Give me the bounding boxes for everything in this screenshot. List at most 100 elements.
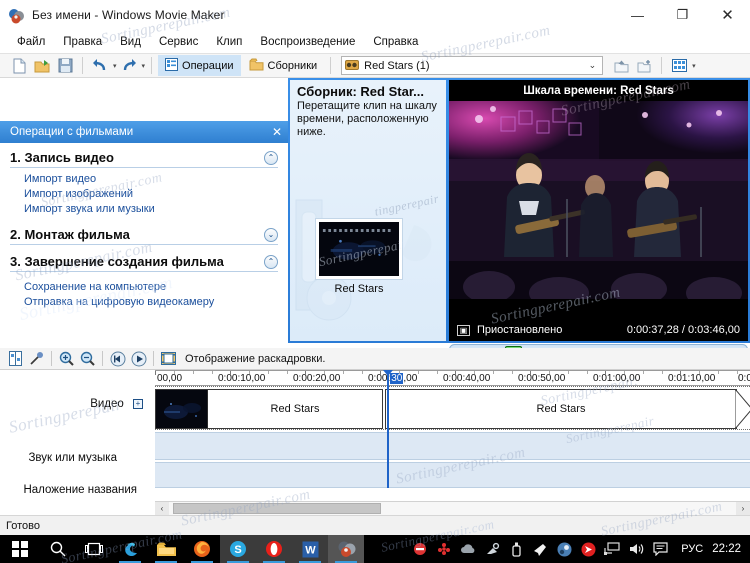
audio-track[interactable] <box>155 432 750 460</box>
opera-icon[interactable] <box>256 535 292 563</box>
ruler-label: 0:01:00,00 <box>593 373 640 384</box>
redo-button[interactable] <box>118 55 140 76</box>
tab-collections[interactable]: Сборники <box>242 55 325 76</box>
windows-start-icon[interactable] <box>0 535 40 563</box>
storyboard-view-icon[interactable] <box>158 349 179 368</box>
collection-select[interactable]: Red Stars (1) ⌄ <box>341 56 603 75</box>
clip-name: Red Stars <box>386 403 736 415</box>
collection-clip[interactable] <box>315 218 403 280</box>
task-group-header-finish[interactable]: 3. Завершение создания фильма ⌃ <box>10 251 278 272</box>
file-explorer-icon[interactable] <box>148 535 184 563</box>
steam-icon[interactable] <box>552 535 576 563</box>
preview-video[interactable] <box>449 101 748 299</box>
timeline-tracks: 00,00 0:00:10,00 0:00:20,00 0:00:30,00 0… <box>155 370 750 515</box>
ccleaner-icon[interactable] <box>432 535 456 563</box>
ruler-label: 00,00 <box>157 373 182 384</box>
onedrive-icon[interactable] <box>456 535 480 563</box>
window-title: Без имени - Windows Movie Maker <box>32 8 225 22</box>
clip-trim-handle[interactable] <box>735 389 750 429</box>
scroll-thumb[interactable] <box>173 503 381 514</box>
menu-item-file[interactable]: Файл <box>8 34 54 50</box>
timeline-clip[interactable]: Red Stars <box>385 389 737 429</box>
task-link-save-to-computer[interactable]: Сохранение на компьютере <box>24 280 278 295</box>
skype-icon[interactable]: S <box>220 535 256 563</box>
playhead-handle-icon[interactable] <box>383 370 393 376</box>
ruler-label: 0:0 <box>738 373 750 384</box>
undo-dropdown-arrow[interactable]: ▾ <box>113 62 117 70</box>
play-timeline-icon[interactable] <box>128 349 149 368</box>
task-link-import-video[interactable]: Импорт видео <box>24 172 278 187</box>
volume-icon[interactable] <box>624 535 648 563</box>
language-indicator[interactable]: РУС <box>672 543 712 555</box>
edge-icon[interactable] <box>112 535 148 563</box>
views-dropdown-arrow[interactable]: ▾ <box>692 62 696 70</box>
satellite-icon[interactable] <box>480 535 504 563</box>
close-icon[interactable]: ✕ <box>272 125 282 139</box>
up-one-level-button[interactable] <box>610 55 632 76</box>
new-project-button[interactable] <box>8 55 30 76</box>
arrow-icon[interactable] <box>576 535 600 563</box>
menu-bar: Файл Правка Вид Сервис Клип Воспроизведе… <box>0 30 750 53</box>
pin-icon[interactable] <box>528 535 552 563</box>
video-track[interactable]: Red Stars Red Stars <box>155 386 750 430</box>
task-link-import-images[interactable]: Импорт изображений <box>24 187 278 202</box>
task-link-send-to-camera[interactable]: Отправка на цифровую видеокамеру <box>24 295 278 310</box>
task-group-header-capture[interactable]: 1. Запись видео ⌃ <box>10 147 278 168</box>
menu-item-view[interactable]: Вид <box>111 34 150 50</box>
menu-item-play[interactable]: Воспроизведение <box>251 34 364 50</box>
title-overlay-track[interactable] <box>155 462 750 488</box>
menu-item-tools[interactable]: Сервис <box>150 34 207 50</box>
movie-tasks-pane: Операции с фильмами ✕ 1. Запись видео ⌃ … <box>0 78 288 343</box>
chevron-up-icon[interactable]: ⌃ <box>264 255 278 269</box>
collection-pane: Сборник: Red Star... Перетащите клип на … <box>290 80 446 341</box>
new-collection-button[interactable] <box>633 55 655 76</box>
task-group-edit: 2. Монтаж фильма ⌄ <box>0 224 288 245</box>
task-group-finish: 3. Завершение создания фильма ⌃ Сохранен… <box>0 251 288 317</box>
chevron-down-icon[interactable]: ⌄ <box>589 60 597 71</box>
task-group-header-edit[interactable]: 2. Монтаж фильма ⌄ <box>10 224 278 245</box>
scroll-right-button[interactable]: › <box>736 502 750 515</box>
tab-tasks[interactable]: Операции <box>158 55 240 76</box>
views-button[interactable] <box>668 55 690 76</box>
expand-video-track-icon[interactable]: + <box>133 399 143 409</box>
scroll-left-button[interactable]: ‹ <box>155 502 169 515</box>
task-link-import-audio[interactable]: Импорт звука или музыки <box>24 202 278 217</box>
zoom-out-icon[interactable] <box>77 349 98 368</box>
save-project-button[interactable] <box>54 55 76 76</box>
firefox-icon[interactable] <box>184 535 220 563</box>
film-reel-icon <box>345 58 359 74</box>
open-project-button[interactable] <box>31 55 53 76</box>
menu-item-help[interactable]: Справка <box>364 34 427 50</box>
redo-dropdown-arrow[interactable]: ▾ <box>142 62 146 70</box>
playhead[interactable] <box>387 370 389 488</box>
chevron-up-icon[interactable]: ⌃ <box>264 151 278 165</box>
no-entry-icon[interactable] <box>408 535 432 563</box>
menu-item-edit[interactable]: Правка <box>54 34 111 50</box>
word-icon[interactable]: W <box>292 535 328 563</box>
task-view-icon[interactable] <box>76 535 112 563</box>
notifications-icon[interactable] <box>648 535 672 563</box>
chevron-down-icon[interactable]: ⌄ <box>264 228 278 242</box>
ruler-label: 0:00:20,00 <box>293 373 340 384</box>
clock[interactable]: 22:22 <box>712 543 750 555</box>
timeline-horizontal-scrollbar[interactable]: ‹ › <box>155 501 750 515</box>
undo-button[interactable] <box>89 55 111 76</box>
timeline-ruler[interactable]: 00,00 0:00:10,00 0:00:20,00 0:00:30,00 0… <box>155 370 750 386</box>
movie-maker-taskbar-icon[interactable] <box>328 535 364 563</box>
storyboard-icon[interactable] <box>5 349 26 368</box>
rewind-to-start-icon[interactable] <box>107 349 128 368</box>
menu-item-clip[interactable]: Клип <box>207 34 251 50</box>
network-icon[interactable] <box>600 535 624 563</box>
usb-icon[interactable] <box>504 535 528 563</box>
main-toolbar: ▾ ▾ Операции Сборники Red Stars (1) ⌄ <box>0 53 750 78</box>
film-perforation-top <box>322 223 396 226</box>
restore-button[interactable]: ❐ <box>660 0 705 30</box>
minimize-button[interactable]: — <box>615 0 660 30</box>
microphone-icon[interactable] <box>26 349 47 368</box>
close-button[interactable]: ✕ <box>705 0 750 30</box>
scroll-track[interactable] <box>169 502 736 515</box>
zoom-in-icon[interactable] <box>56 349 77 368</box>
timeline-clip[interactable]: Red Stars <box>155 389 383 429</box>
search-icon[interactable] <box>40 535 76 563</box>
task-group-title: 3. Завершение создания фильма <box>10 254 224 269</box>
